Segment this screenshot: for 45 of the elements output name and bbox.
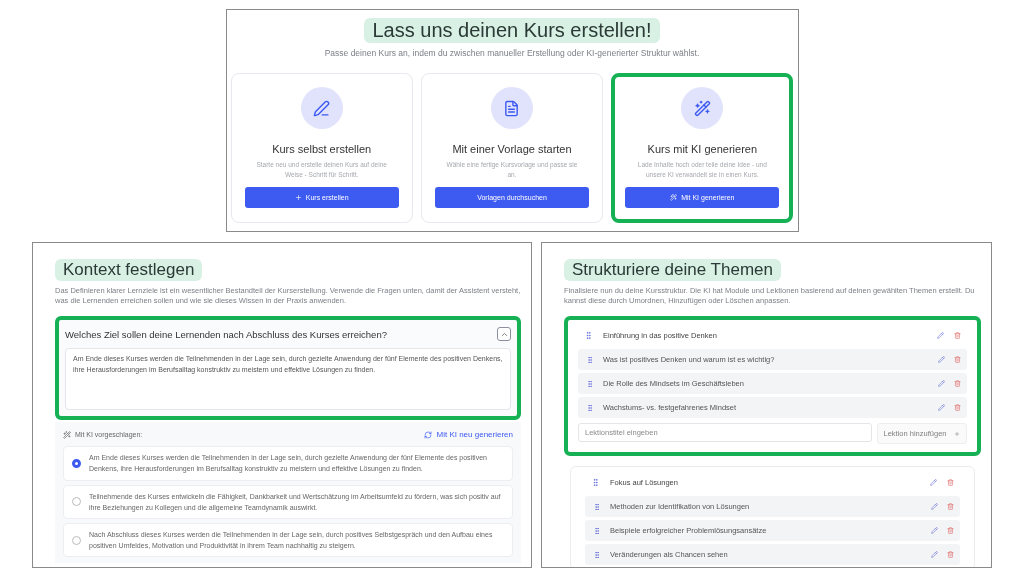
radio-button[interactable] xyxy=(72,458,81,468)
edit-button[interactable] xyxy=(930,478,937,486)
drag-handle-icon[interactable] xyxy=(586,355,594,364)
collapse-button[interactable] xyxy=(497,327,511,342)
edit-button[interactable] xyxy=(931,551,938,559)
edit-button[interactable] xyxy=(938,404,945,412)
delete-button[interactable] xyxy=(954,331,961,339)
edit-button[interactable] xyxy=(931,527,938,535)
card-title: Mit einer Vorlage starten xyxy=(452,143,572,156)
drag-handle-icon[interactable] xyxy=(593,550,601,559)
drag-handle-icon[interactable] xyxy=(593,502,601,511)
magic-wand-icon xyxy=(63,430,71,439)
page-title: Lass uns deinen Kurs erstellen! xyxy=(364,18,660,43)
radio-button[interactable] xyxy=(72,535,81,545)
edit-button[interactable] xyxy=(938,356,945,364)
document-icon xyxy=(491,87,533,130)
delete-button[interactable] xyxy=(954,380,961,388)
plus-icon xyxy=(294,194,302,202)
delete-button[interactable] xyxy=(947,478,954,486)
delete-button[interactable] xyxy=(947,527,954,535)
edit-button[interactable] xyxy=(931,503,938,511)
regenerate-link[interactable]: Mit KI neu generieren xyxy=(423,430,513,440)
plus-icon xyxy=(954,430,961,437)
card-title: Kurs mit KI generieren xyxy=(647,143,758,156)
delete-button[interactable] xyxy=(947,503,954,511)
delete-button[interactable] xyxy=(947,551,954,559)
edit-button[interactable] xyxy=(938,380,945,388)
card-title: Kurs selbst erstellen xyxy=(272,143,372,156)
magic-wand-icon xyxy=(670,194,678,202)
section-title: Strukturiere deine Themen xyxy=(564,259,781,281)
edit-button[interactable] xyxy=(937,331,944,339)
suggestion-option[interactable] xyxy=(63,523,513,558)
question-text: Welches Ziel sollen deine Lernenden nach Abschluss des Kurses erreichen? xyxy=(65,328,387,340)
drag-handle-icon[interactable] xyxy=(584,330,593,340)
section-title: Kontext festlegen xyxy=(55,259,203,281)
delete-button[interactable] xyxy=(954,404,961,412)
drag-handle-icon[interactable] xyxy=(586,379,594,388)
drag-handle-icon[interactable] xyxy=(593,526,601,535)
radio-button[interactable] xyxy=(72,497,81,507)
subtitle: Passe deinen Kurs an, indem du zwischen manueller Erstellung oder KI-generierter Struktur wählst. xyxy=(324,48,700,60)
drag-handle-icon[interactable] xyxy=(591,477,600,487)
suggestion-option[interactable] xyxy=(63,446,513,481)
delete-button[interactable] xyxy=(954,356,961,364)
refresh-icon xyxy=(423,430,432,439)
drag-handle-icon[interactable] xyxy=(586,403,594,412)
